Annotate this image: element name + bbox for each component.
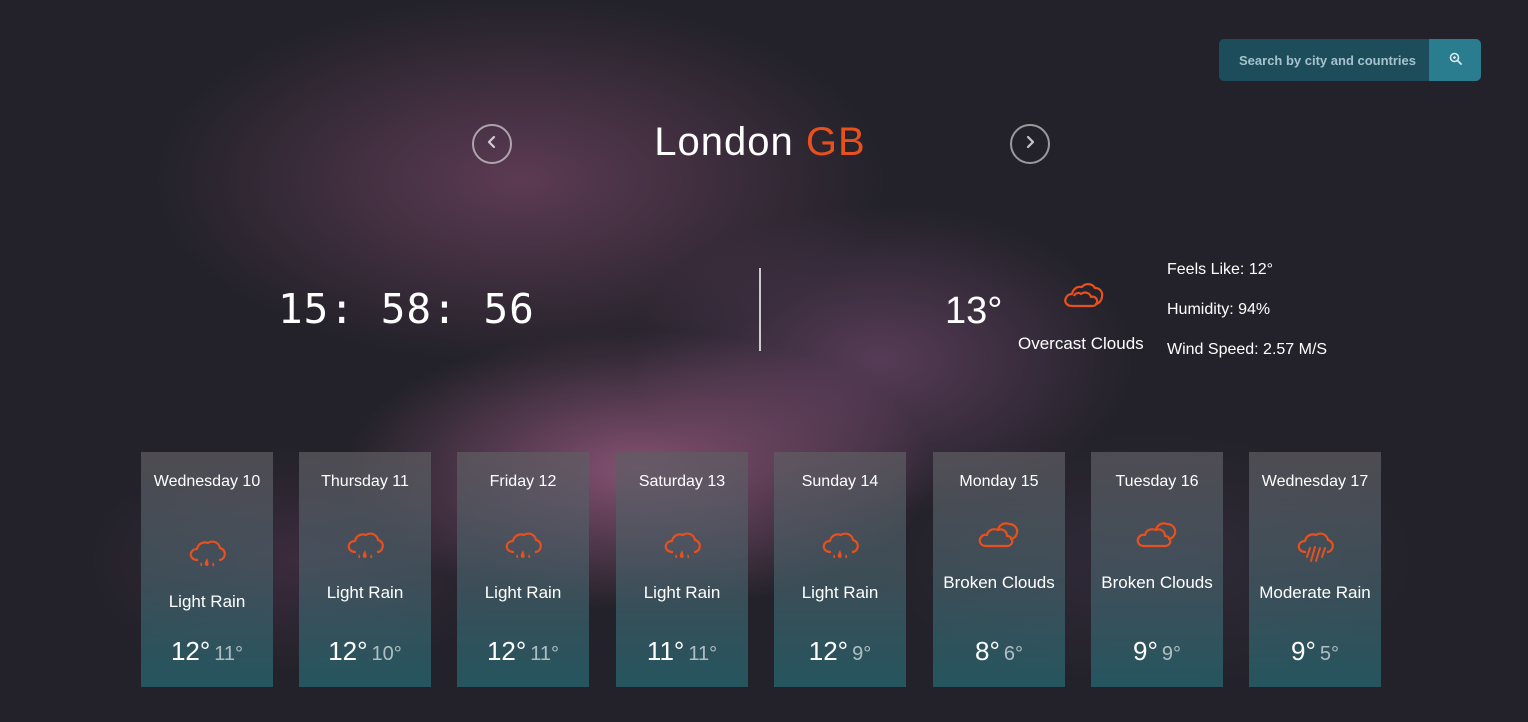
previous-city-button[interactable] [472,124,512,164]
cloud-rain-icon [457,530,589,564]
forecast-description: Light Rain [484,583,562,602]
clouds-icon [1091,518,1223,550]
cloud-rain-icon [774,530,906,564]
forecast-card[interactable]: Thursday 11 Light Rain 12° 10° [299,452,431,687]
search-bar [1219,39,1481,81]
forecast-day: Thursday 11 [321,473,409,490]
forecast-card[interactable]: Wednesday 10 Light Rain 12° 11° [141,452,273,687]
forecast-description: Broken Clouds [1101,573,1213,592]
forecast-low: 10° [371,643,402,665]
wind-speed: Wind Speed: 2.57 M/S [1167,341,1328,358]
forecast-day: Monday 15 [959,473,1039,490]
divider [759,268,761,351]
cloud-icon [1062,280,1104,315]
forecast-card[interactable]: Wednesday 17 Moderate Rain 9° 5° [1249,452,1381,687]
search-input[interactable] [1219,39,1429,81]
forecast-temps: 12° 9° [774,636,906,667]
forecast-description: Light Rain [643,583,721,602]
cloud-showers-icon [1249,530,1381,566]
forecast-description: Broken Clouds [943,573,1055,592]
forecast-high: 9° [1291,636,1316,666]
chevron-right-icon [1023,135,1037,154]
forecast-high: 9° [1133,636,1158,666]
forecast-card[interactable]: Friday 12 Light Rain 12° 11° [457,452,589,687]
forecast-low: 11° [530,643,560,665]
weather-details: Feels Like: 12° Humidity: 94% Wind Speed… [1167,261,1327,381]
forecast-description: Light Rain [801,583,879,602]
forecast-high: 12° [486,636,527,666]
forecast-high: 8° [975,636,1000,666]
forecast-low: 11° [214,643,244,665]
current-temperature: 13° [945,290,1003,332]
forecast-temps: 9° 9° [1091,636,1223,667]
forecast-day: Sunday 14 [801,473,879,490]
forecast-description: Light Rain [168,592,246,611]
forecast-card[interactable]: Saturday 13 Light Rain 11° 11° [616,452,748,687]
forecast-temps: 12° 11° [457,636,589,667]
forecast-high: 12° [328,636,368,666]
forecast-temps: 12° 11° [141,636,273,667]
forecast-high: 11° [646,636,685,666]
country-code: GB [805,120,866,164]
humidity: Humidity: 94% [1167,301,1271,318]
forecast-high: 12° [808,636,849,666]
next-city-button[interactable] [1010,124,1050,164]
forecast-low: 9° [1161,643,1181,665]
clock: 15: 58: 56 [278,285,535,333]
forecast-description: Moderate Rain [1259,583,1371,602]
forecast-day: Wednesday 10 [153,473,261,490]
forecast-card[interactable]: Tuesday 16 Broken Clouds 9° 9° [1091,452,1223,687]
forecast-card[interactable]: Monday 15 Broken Clouds 8° 6° [933,452,1065,687]
forecast-day: Friday 12 [489,473,557,490]
forecast-low: 6° [1003,643,1023,665]
forecast-temps: 11° 11° [616,636,748,667]
forecast-card[interactable]: Sunday 14 Light Rain 12° 9° [774,452,906,687]
forecast-high: 12° [170,636,211,666]
forecast-temps: 9° 5° [1249,636,1381,667]
forecast-day: Wednesday 17 [1261,473,1369,490]
forecast-day: Tuesday 16 [1115,473,1199,490]
clouds-icon [933,518,1065,550]
current-description: Overcast Clouds [1018,334,1144,353]
cloud-rain-icon [141,538,273,572]
feels-like: Feels Like: 12° [1167,261,1274,278]
chevron-left-icon [485,135,499,154]
forecast-temps: 8° 6° [933,636,1065,667]
forecast-temps: 12° 10° [299,636,431,667]
forecast-low: 9° [852,643,872,665]
forecast-description: Light Rain [326,583,404,602]
search-icon [1449,52,1462,68]
city-title: London GB [560,120,960,165]
forecast-low: 5° [1319,643,1339,665]
forecast-day: Saturday 13 [638,473,726,490]
forecast-low: 11° [688,643,718,665]
city-name: London [654,120,794,164]
search-button[interactable] [1429,39,1481,81]
cloud-rain-icon [616,530,748,564]
cloud-rain-icon [299,530,431,564]
